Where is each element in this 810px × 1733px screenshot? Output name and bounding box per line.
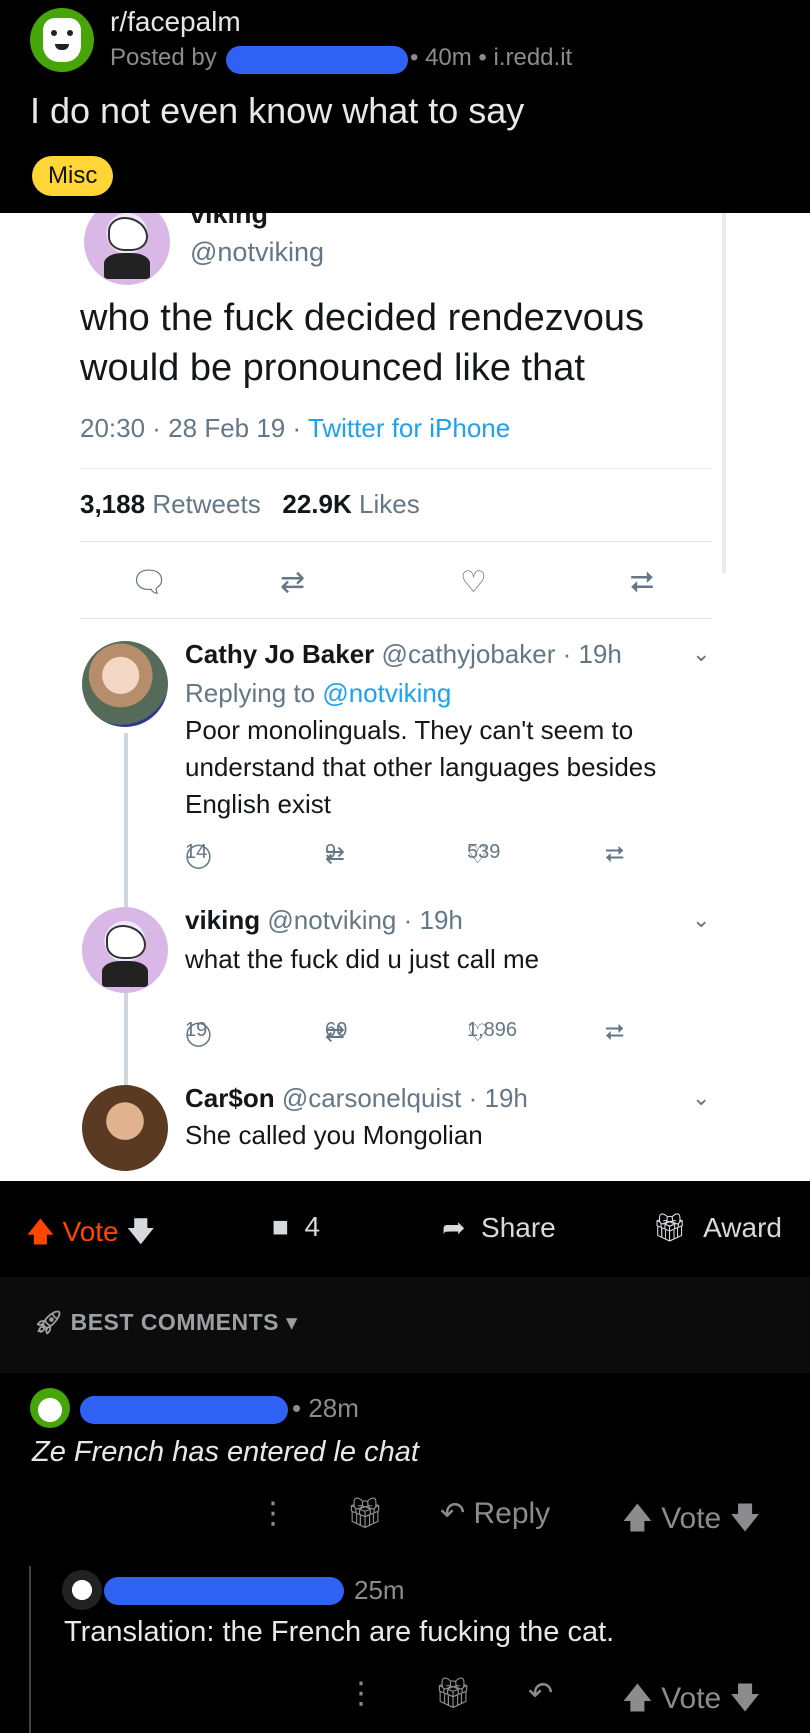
more-options-icon[interactable]: ⋮ bbox=[258, 1496, 288, 1531]
more-options-icon[interactable]: ⋮ bbox=[346, 1676, 376, 1711]
divider bbox=[80, 618, 712, 619]
divider bbox=[80, 468, 712, 469]
redacted-username bbox=[80, 1396, 288, 1424]
redacted-username bbox=[104, 1577, 344, 1605]
downvote-icon[interactable]: 🡇 bbox=[730, 1682, 761, 1715]
post-title: I do not even know what to say bbox=[30, 90, 525, 131]
reply-actions: ◯ 14 ⇄ 9 ♡ 539 ⮂ bbox=[185, 841, 625, 869]
redacted-username bbox=[226, 46, 408, 74]
gift-icon[interactable]: 🎁︎ bbox=[346, 1496, 384, 1531]
comment-sort[interactable]: 🚀︎ BEST COMMENTS ▾ bbox=[0, 1277, 810, 1373]
downvote-icon[interactable]: 🡇 bbox=[126, 1216, 155, 1247]
reply-arrow-icon: ↶ bbox=[440, 1497, 466, 1530]
upvote-icon[interactable]: 🡅 bbox=[622, 1502, 653, 1535]
comment-bubble-icon: ■ bbox=[272, 1211, 289, 1242]
vote-control[interactable]: 🡅 Vote 🡇 bbox=[26, 1211, 155, 1259]
carson-avatar bbox=[82, 1085, 168, 1171]
tweet-actions: 🗨 ⇄ ♡ ⮂ bbox=[130, 565, 670, 605]
vote-label: Vote bbox=[62, 1216, 119, 1247]
sort-label[interactable]: 🚀︎ BEST COMMENTS ▾ bbox=[34, 1309, 298, 1336]
tweet-timestamp: 20:30 · 28 Feb 19 · Twitter for iPhone bbox=[80, 413, 511, 443]
chevron-down-icon: ⌄ bbox=[692, 1085, 711, 1110]
commenter-avatar[interactable] bbox=[30, 1388, 70, 1428]
award-label: Award bbox=[703, 1212, 782, 1243]
share-label: Share bbox=[481, 1212, 556, 1243]
tweet-text: who the fuck decided rendezvous would be… bbox=[80, 297, 645, 389]
thread-line bbox=[29, 1566, 31, 1733]
post-action-bar: 🡅 Vote 🡇 ■ 4 ➦ Share 🎁︎ Award bbox=[0, 1181, 810, 1277]
divider bbox=[80, 541, 712, 542]
reply-arrow-icon[interactable]: ↶ bbox=[528, 1676, 553, 1711]
tweet-author-handle: @notviking bbox=[190, 237, 324, 267]
gift-icon[interactable]: 🎁︎ bbox=[434, 1676, 472, 1711]
subreddit-avatar-icon[interactable] bbox=[30, 8, 94, 72]
post-flair[interactable]: Misc bbox=[32, 156, 114, 196]
reply-button[interactable]: ↶ Reply bbox=[440, 1496, 550, 1531]
cathy-avatar bbox=[82, 641, 168, 727]
subreddit-name[interactable]: r/facepalm bbox=[110, 6, 241, 38]
post-header: r/facepalm Posted by • 40m • i.redd.it I… bbox=[0, 0, 810, 213]
tweet-stats: 3,188 Retweets 22.9K Likes bbox=[80, 489, 420, 519]
viking-avatar bbox=[82, 907, 168, 993]
comment-icon: 🗨 bbox=[130, 566, 169, 599]
comment-vote[interactable]: 🡅 Vote 🡇 bbox=[622, 1676, 760, 1727]
chevron-down-icon: ⌄ bbox=[692, 641, 711, 666]
reply-author: Cathy Jo Baker @cathyjobaker · 19h bbox=[185, 639, 622, 669]
share-icon: ⮂ bbox=[605, 1019, 625, 1046]
chevron-down-icon: ⌄ bbox=[692, 907, 711, 932]
reply-text: Poor monolinguals. They can't seem to un… bbox=[185, 715, 657, 819]
share-icon: ⮂ bbox=[630, 566, 654, 599]
post-image[interactable]: viking @notviking who the fuck decided r… bbox=[0, 213, 810, 1181]
comment-vote[interactable]: 🡅 Vote 🡇 bbox=[622, 1496, 760, 1547]
posted-by-label: Posted by bbox=[110, 44, 217, 71]
reply-actions: ◯ 19 ⇄ 60 ♡ 1,896 ⮂ bbox=[185, 1019, 625, 1047]
caret-down-icon: ▾ bbox=[285, 1309, 298, 1335]
downvote-icon[interactable]: 🡇 bbox=[730, 1502, 761, 1535]
reply-text: She called you Mongolian bbox=[185, 1120, 483, 1150]
share-arrow-icon: ➦ bbox=[442, 1212, 466, 1243]
comment-text: Ze French has entered le chat bbox=[32, 1436, 419, 1468]
reply-text: what the fuck did u just call me bbox=[185, 944, 540, 974]
comments-button[interactable]: ■ 4 bbox=[272, 1211, 320, 1243]
reply-author: Car$on @carsonelquist · 19h bbox=[185, 1083, 528, 1113]
share-button[interactable]: ➦ Share bbox=[442, 1211, 556, 1244]
post-meta: • 40m • i.redd.it bbox=[410, 44, 573, 71]
viking-avatar bbox=[84, 213, 170, 285]
gift-icon: 🎁︎ bbox=[652, 1212, 688, 1243]
retweet-icon: ⇄ bbox=[280, 566, 306, 599]
heart-icon: ♡ bbox=[460, 566, 487, 599]
reply-author: viking @notviking · 19h bbox=[185, 905, 463, 935]
award-button[interactable]: 🎁︎ Award bbox=[652, 1211, 782, 1244]
tweet-author-name: viking bbox=[190, 213, 269, 229]
divider bbox=[722, 213, 726, 573]
comment-time: 25m bbox=[354, 1575, 405, 1605]
rocket-icon: 🚀︎ bbox=[34, 1309, 64, 1335]
upvote-icon[interactable]: 🡅 bbox=[26, 1216, 55, 1247]
comments-count: 4 bbox=[304, 1211, 321, 1242]
replying-to: Replying to @notviking bbox=[185, 678, 452, 708]
commenter-avatar[interactable] bbox=[62, 1570, 102, 1610]
upvote-icon[interactable]: 🡅 bbox=[622, 1682, 653, 1715]
comment-time: • 28m bbox=[292, 1393, 359, 1423]
comment-text: Translation: the French are fucking the … bbox=[64, 1616, 615, 1648]
share-icon: ⮂ bbox=[605, 841, 625, 868]
